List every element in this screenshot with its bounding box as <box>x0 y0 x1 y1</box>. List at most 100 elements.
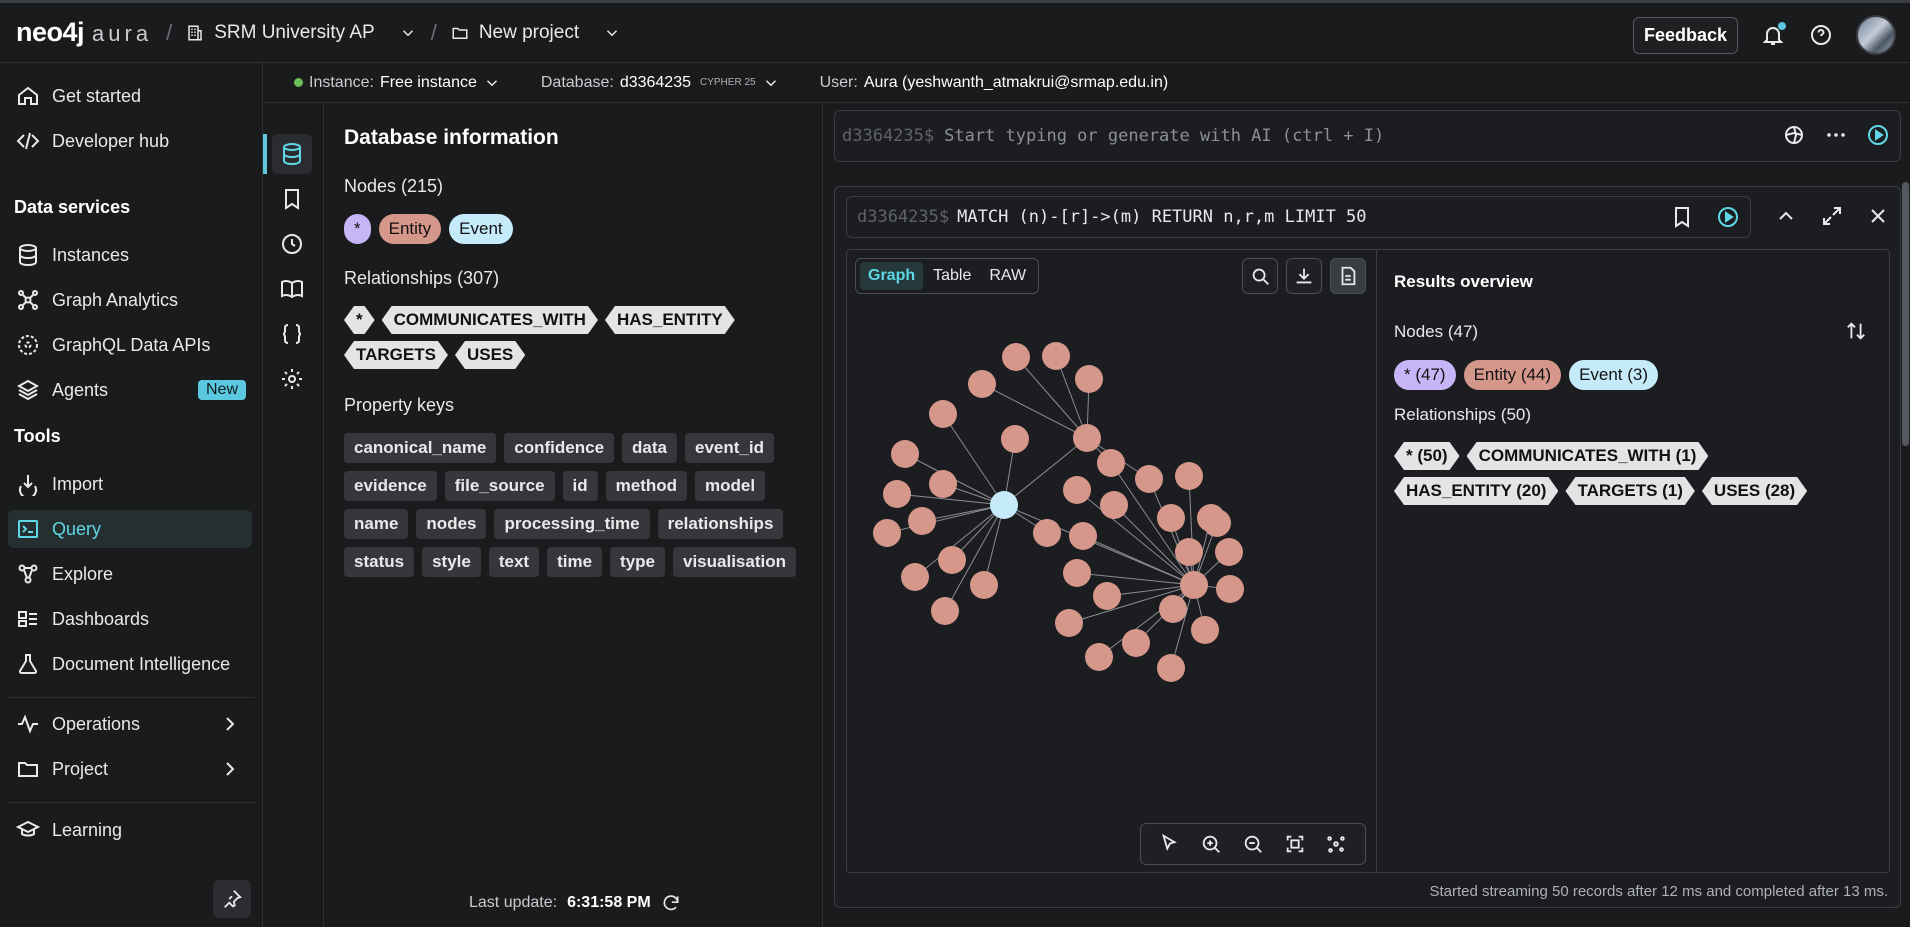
sort-icon[interactable] <box>1845 320 1867 342</box>
property-key[interactable]: style <box>422 547 481 577</box>
property-key[interactable]: file_source <box>444 471 555 501</box>
property-key[interactable]: canonical_name <box>344 433 497 463</box>
nav-query[interactable]: Query <box>8 510 252 548</box>
parameters-tab[interactable] <box>272 314 312 354</box>
node-label-event[interactable]: Event <box>449 214 513 244</box>
docs-tab[interactable] <box>272 269 312 309</box>
entity-node[interactable] <box>929 400 957 428</box>
refresh-icon[interactable] <box>661 893 681 913</box>
more-options-icon[interactable] <box>1824 123 1848 147</box>
property-key[interactable]: nodes <box>416 509 487 539</box>
run-icon[interactable] <box>1866 123 1890 147</box>
relationship-edge[interactable] <box>1076 572 1195 586</box>
pin-sidebar-button[interactable] <box>213 880 251 918</box>
property-key[interactable]: id <box>562 471 598 501</box>
entity-node[interactable] <box>1157 654 1185 682</box>
tab-raw[interactable]: RAW <box>981 262 1034 290</box>
expand-icon[interactable] <box>1820 204 1844 228</box>
entity-node[interactable] <box>1215 538 1243 566</box>
property-key[interactable]: data <box>622 433 677 463</box>
entity-node[interactable] <box>1033 519 1061 547</box>
close-icon[interactable] <box>1866 204 1890 228</box>
overview-rel-all[interactable]: * (50) <box>1394 442 1460 470</box>
overview-label-all[interactable]: * (47) <box>1394 360 1456 390</box>
rel-type-targets[interactable]: TARGETS <box>344 341 448 369</box>
nav-get-started[interactable]: Get started <box>8 77 252 115</box>
entity-node[interactable] <box>1093 582 1121 610</box>
entity-node[interactable] <box>970 571 998 599</box>
property-key[interactable]: processing_time <box>494 509 650 539</box>
entity-node[interactable] <box>931 597 959 625</box>
ai-generate-icon[interactable] <box>1782 123 1806 147</box>
overview-label-event[interactable]: Event (3) <box>1569 360 1659 390</box>
property-key[interactable]: time <box>547 547 603 577</box>
entity-node[interactable] <box>1002 343 1030 371</box>
notifications-button[interactable] <box>1760 22 1786 48</box>
zoom-in-icon[interactable] <box>1200 833 1222 855</box>
relationship-edge[interactable] <box>981 383 1088 439</box>
nav-learning[interactable]: Learning <box>8 811 252 849</box>
entity-node[interactable] <box>1085 643 1113 671</box>
entity-node[interactable] <box>968 370 996 398</box>
property-key[interactable]: name <box>344 509 409 539</box>
zoom-out-icon[interactable] <box>1242 833 1264 855</box>
overview-rel-targets[interactable]: TARGETS (1) <box>1565 477 1694 505</box>
graph-view[interactable]: Graph Table RAW <box>847 250 1377 872</box>
property-key[interactable]: model <box>695 471 766 501</box>
nav-graphql[interactable]: GraphQL Data APIs <box>8 326 252 364</box>
overview-label-entity[interactable]: Entity (44) <box>1463 360 1562 390</box>
entity-node[interactable] <box>873 519 901 547</box>
nav-dashboards[interactable]: Dashboards <box>8 600 252 638</box>
entity-node[interactable] <box>1175 462 1203 490</box>
layout-options-icon[interactable] <box>1325 833 1347 855</box>
entity-node[interactable] <box>1063 476 1091 504</box>
scrollbar-thumb[interactable] <box>1902 182 1909 446</box>
entity-node[interactable] <box>1216 575 1244 603</box>
entity-node[interactable] <box>1157 504 1185 532</box>
entity-node[interactable] <box>1175 538 1203 566</box>
entity-node[interactable] <box>891 440 919 468</box>
property-key[interactable]: text <box>488 547 540 577</box>
bookmark-icon[interactable] <box>1670 205 1694 229</box>
property-key[interactable]: relationships <box>657 509 784 539</box>
entity-node[interactable] <box>1069 522 1097 550</box>
entity-node[interactable] <box>929 470 957 498</box>
nav-explore[interactable]: Explore <box>8 555 252 593</box>
property-key[interactable]: confidence <box>504 433 615 463</box>
search-button[interactable] <box>1242 258 1278 294</box>
rel-type-uses[interactable]: USES <box>455 341 525 369</box>
entity-node[interactable] <box>1097 449 1125 477</box>
property-key[interactable]: type <box>610 547 665 577</box>
entity-node[interactable] <box>938 546 966 574</box>
feedback-button[interactable]: Feedback <box>1632 16 1738 54</box>
entity-node[interactable] <box>1075 365 1103 393</box>
org-selector[interactable]: SRM University AP <box>186 22 416 44</box>
tab-table[interactable]: Table <box>925 262 979 290</box>
graph-canvas[interactable] <box>847 250 1377 872</box>
instance-selector[interactable]: Instance: Free instance <box>294 74 501 92</box>
rel-type-has-entity[interactable]: HAS_ENTITY <box>605 306 735 334</box>
entity-node[interactable] <box>1100 491 1128 519</box>
tab-graph[interactable]: Graph <box>860 262 924 290</box>
fit-to-screen-icon[interactable] <box>1284 833 1306 855</box>
entity-node[interactable] <box>1180 571 1208 599</box>
overview-rel-uses[interactable]: USES (28) <box>1702 477 1807 505</box>
entity-node[interactable] <box>1191 616 1219 644</box>
result-query-bar[interactable]: d3364235$ MATCH (n)-[r]->(m) RETURN n,r,… <box>846 196 1751 238</box>
nav-document-intelligence[interactable]: Document Intelligence <box>8 645 252 683</box>
nav-project[interactable]: Project <box>8 750 252 788</box>
project-selector[interactable]: New project <box>451 22 621 44</box>
entity-node[interactable] <box>1203 509 1231 537</box>
entity-node[interactable] <box>1159 595 1187 623</box>
entity-node[interactable] <box>1063 559 1091 587</box>
nav-instances[interactable]: Instances <box>8 236 252 274</box>
pointer-select-icon[interactable] <box>1159 833 1181 855</box>
database-selector[interactable]: Database: d3364235 CYPHER 25 <box>541 74 780 92</box>
event-node[interactable] <box>990 491 1018 519</box>
nav-developer-hub[interactable]: Developer hub <box>8 122 252 160</box>
run-icon[interactable] <box>1716 205 1740 229</box>
rel-type-all[interactable]: * <box>344 306 375 334</box>
nav-graph-analytics[interactable]: Graph Analytics <box>8 281 252 319</box>
property-key[interactable]: method <box>605 471 688 501</box>
entity-node[interactable] <box>883 480 911 508</box>
